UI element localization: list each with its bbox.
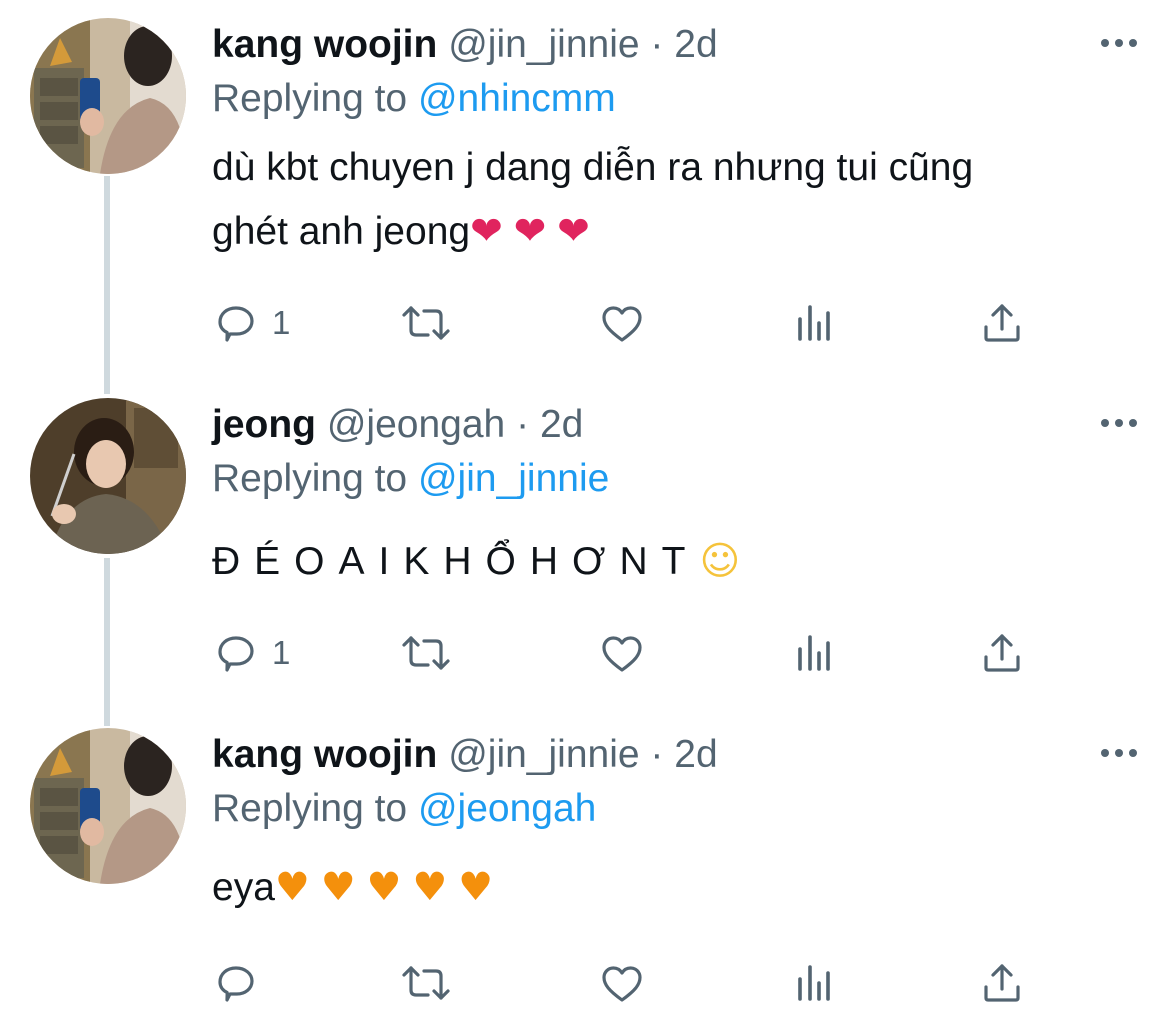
- share-button[interactable]: [978, 296, 1026, 350]
- reply-count: 1: [272, 304, 291, 341]
- tweet[interactable]: kang woojin @jin_jinnie · 2d Replying to…: [0, 728, 1170, 1024]
- share-button[interactable]: [978, 956, 1026, 1010]
- orange-heart-emoji: ♥: [412, 865, 448, 910]
- like-button[interactable]: [598, 296, 646, 350]
- tweet-text-line: ĐÉOAIKHỔHƠNT☺: [212, 530, 1112, 594]
- tweet-text: dù kbt chuyen j dang diễn ra nhưng tui c…: [212, 136, 1112, 264]
- reply-icon: [218, 306, 254, 342]
- like-icon: [602, 966, 642, 1002]
- retweet-button[interactable]: [398, 626, 454, 680]
- share-icon: [984, 304, 1020, 342]
- action-bar: 1: [212, 296, 1042, 350]
- more-horizontal-icon[interactable]: [1098, 412, 1140, 434]
- views-button[interactable]: [790, 956, 838, 1010]
- red-heart-emoji: ❤: [470, 209, 503, 254]
- retweet-icon: [402, 306, 450, 340]
- orange-heart-emoji: ♥: [366, 865, 402, 910]
- avatar[interactable]: [30, 728, 186, 884]
- avatar[interactable]: [30, 18, 186, 174]
- display-name[interactable]: kang woojin: [212, 733, 437, 776]
- retweet-button[interactable]: [398, 296, 454, 350]
- user-handle[interactable]: @jin_jinnie: [448, 23, 639, 66]
- slightly-smiling-face-emoji: ☺: [699, 539, 741, 584]
- tweet-text-line: eya♥ ♥ ♥ ♥ ♥: [212, 856, 1112, 920]
- retweet-icon: [402, 966, 450, 1000]
- like-icon: [602, 636, 642, 672]
- share-icon: [984, 634, 1020, 672]
- replying-to-handle[interactable]: @jin_jinnie: [418, 457, 609, 500]
- more-horizontal-icon[interactable]: [1098, 32, 1140, 54]
- replying-to: Replying to @jeongah: [212, 786, 596, 832]
- replying-to-label: Replying to: [212, 787, 408, 830]
- reply-icon: [218, 636, 254, 672]
- tweet-header: kang woojin @jin_jinnie · 2d: [212, 732, 718, 778]
- tweet-text-line: dù kbt chuyen j dang diễn ra nhưng tui c…: [212, 146, 974, 189]
- tweet-text-line-content: ĐÉOAIKHỔHƠNT: [212, 540, 700, 583]
- reply-button[interactable]: [212, 956, 272, 1010]
- retweet-button[interactable]: [398, 956, 454, 1010]
- like-icon: [602, 306, 642, 342]
- replying-to-label: Replying to: [212, 457, 408, 500]
- tweet-text-line-content: eya: [212, 866, 275, 909]
- retweet-icon: [402, 636, 450, 670]
- tweet-header: jeong @jeongah · 2d: [212, 402, 583, 448]
- analytics-icon: [798, 965, 830, 1001]
- red-heart-emoji: ❤: [557, 209, 590, 254]
- tweet[interactable]: kang woojin @jin_jinnie · 2d Replying to…: [0, 18, 1170, 378]
- timestamp[interactable]: 2d: [540, 403, 583, 446]
- red-heart-emoji: ❤: [513, 209, 547, 254]
- reply-button[interactable]: 1: [212, 296, 290, 350]
- tweet-text-line-content: ghét anh jeong: [212, 210, 471, 253]
- action-bar: 1: [212, 626, 1042, 680]
- user-handle[interactable]: @jin_jinnie: [448, 733, 639, 776]
- like-button[interactable]: [598, 956, 646, 1010]
- more-horizontal-icon[interactable]: [1098, 742, 1140, 764]
- tweet-header: kang woojin @jin_jinnie · 2d: [212, 22, 718, 68]
- tweet-text-line: ghét anh jeong❤ ❤ ❤: [212, 200, 1112, 264]
- share-button[interactable]: [978, 626, 1026, 680]
- tweet[interactable]: jeong @jeongah · 2d Replying to @jin_jin…: [0, 398, 1170, 714]
- reply-count: 1: [272, 634, 291, 671]
- replying-to-handle[interactable]: @nhincmm: [418, 77, 616, 120]
- reply-button[interactable]: 1: [212, 626, 290, 680]
- replying-to: Replying to @jin_jinnie: [212, 456, 609, 502]
- replying-to: Replying to @nhincmm: [212, 76, 616, 122]
- share-icon: [984, 964, 1020, 1002]
- tweet-text: ĐÉOAIKHỔHƠNT☺: [212, 530, 1112, 594]
- replying-to-label: Replying to: [212, 77, 408, 120]
- replying-to-handle[interactable]: @jeongah: [418, 787, 596, 830]
- action-bar: [212, 956, 1042, 1010]
- views-button[interactable]: [790, 296, 838, 350]
- orange-heart-emoji: ♥: [458, 865, 494, 910]
- separator-dot: ·: [650, 23, 664, 66]
- reply-icon: [218, 966, 254, 1002]
- orange-heart-emoji: ♥: [320, 865, 356, 910]
- orange-heart-emoji: ♥: [274, 865, 310, 910]
- views-button[interactable]: [790, 626, 838, 680]
- display-name[interactable]: jeong: [212, 403, 316, 446]
- tweet-text: eya♥ ♥ ♥ ♥ ♥: [212, 856, 1112, 920]
- avatar[interactable]: [30, 398, 186, 554]
- like-button[interactable]: [598, 626, 646, 680]
- separator-dot: ·: [650, 733, 664, 776]
- analytics-icon: [798, 305, 830, 341]
- display-name[interactable]: kang woojin: [212, 23, 437, 66]
- timestamp[interactable]: 2d: [674, 23, 717, 66]
- user-handle[interactable]: @jeongah: [327, 403, 505, 446]
- timestamp[interactable]: 2d: [674, 733, 717, 776]
- separator-dot: ·: [516, 403, 530, 446]
- analytics-icon: [798, 635, 830, 671]
